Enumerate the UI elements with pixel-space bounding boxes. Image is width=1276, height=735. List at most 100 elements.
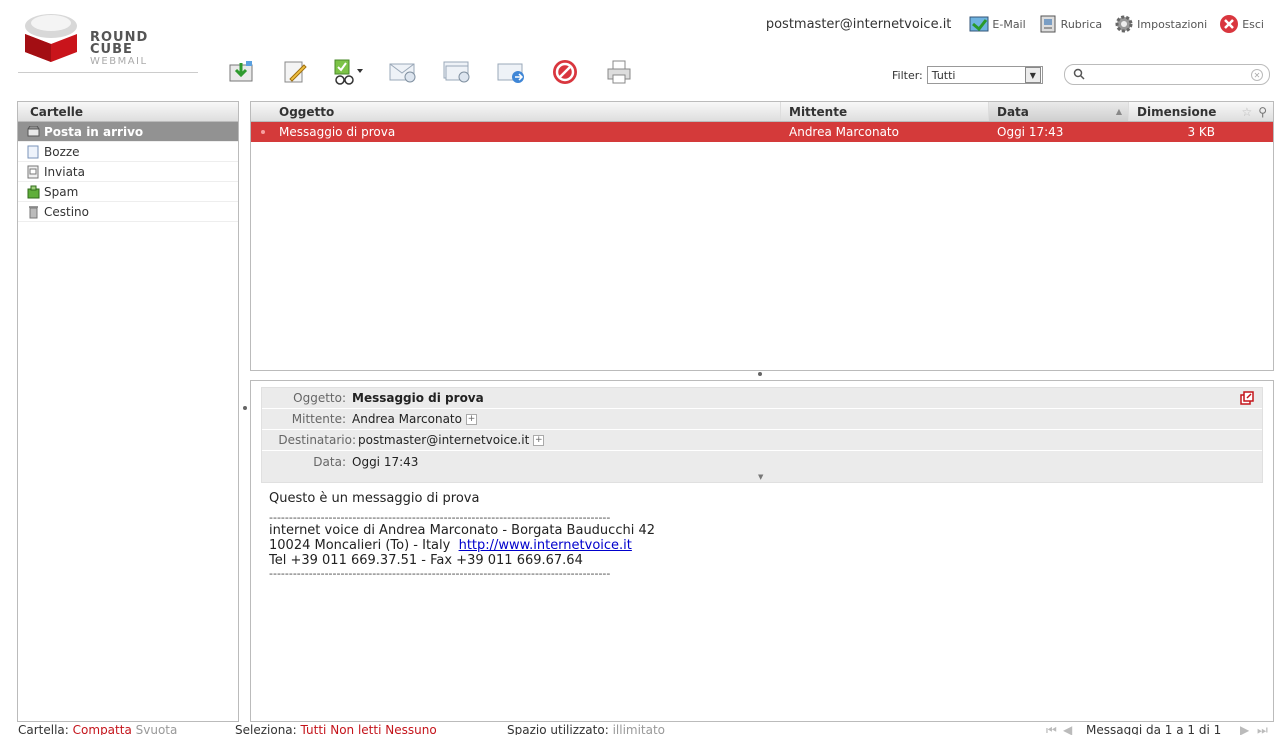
message-preview: Oggetto: Messaggio di prova Mittente: An… bbox=[250, 380, 1274, 722]
folder-inbox-label: Posta in arrivo bbox=[44, 124, 144, 139]
mark-icon bbox=[334, 59, 363, 85]
user-email: postmaster@internetvoice.it bbox=[765, 16, 952, 32]
website-link[interactable]: http://www.internetvoice.it bbox=[459, 538, 632, 553]
nav-email[interactable]: E-Mail bbox=[969, 14, 1026, 34]
prev-page-icon[interactable]: ◀ bbox=[1063, 724, 1072, 735]
select-none-link[interactable]: Nessuno bbox=[385, 724, 436, 735]
message-count: Messaggi da 1 a 1 di 1 bbox=[1086, 724, 1222, 735]
mark-button[interactable] bbox=[330, 54, 368, 90]
folder-sent-label: Inviata bbox=[44, 164, 85, 179]
column-size[interactable]: Dimensione ☆ ⚲ bbox=[1129, 102, 1273, 121]
select-all-link[interactable]: Tutti bbox=[301, 724, 327, 735]
open-window-icon[interactable] bbox=[1240, 391, 1254, 405]
folder-inbox[interactable]: Posta in arrivo bbox=[18, 122, 238, 142]
column-from[interactable]: Mittente bbox=[781, 102, 989, 121]
filter-control: Filter: Tutti ▼ bbox=[892, 66, 1043, 84]
logo-text-webmail: WEBMAIL bbox=[90, 56, 148, 67]
check-mail-icon bbox=[229, 61, 253, 82]
row-subject: Messaggio di prova bbox=[279, 125, 396, 139]
column-date-label: Data bbox=[997, 104, 1029, 119]
horizontal-splitter[interactable] bbox=[250, 371, 1274, 380]
nav-logout[interactable]: Esci bbox=[1219, 14, 1264, 34]
toggle-headers-icon[interactable]: ▼ bbox=[758, 473, 763, 481]
next-page-icon[interactable]: ▶ bbox=[1240, 724, 1249, 735]
spam-icon bbox=[26, 185, 40, 199]
logo-divider bbox=[18, 72, 198, 73]
signature-line-2: 10024 Moncalieri (To) - Italy http://www… bbox=[269, 538, 655, 553]
compact-link[interactable]: Compatta bbox=[73, 724, 132, 735]
header-subject-row: Oggetto: Messaggio di prova bbox=[262, 388, 1262, 409]
message-list: Oggetto Mittente Data ▲ Dimensione ☆ ⚲ Me… bbox=[250, 101, 1274, 371]
table-row[interactable]: Messaggio di prova Andrea Marconato Oggi… bbox=[251, 122, 1273, 142]
delete-button[interactable] bbox=[546, 54, 584, 90]
folder-sent[interactable]: Inviata bbox=[18, 162, 238, 182]
separator-line: ----------------------------------------… bbox=[269, 567, 611, 580]
column-size-label: Dimensione bbox=[1137, 104, 1217, 119]
folder-spam[interactable]: Spam bbox=[18, 182, 238, 202]
nav-settings[interactable]: Impostazioni bbox=[1114, 14, 1207, 34]
top-navigation: postmaster@internetvoice.it E-Mail Rubri… bbox=[766, 12, 1264, 36]
logo-text-cube: CUBE bbox=[90, 42, 133, 57]
gear-icon bbox=[1114, 14, 1134, 34]
empty-link[interactable]: Svuota bbox=[136, 724, 178, 735]
flag-star-icon[interactable]: ☆ bbox=[1241, 105, 1252, 119]
recipient-email[interactable]: postmaster@internetvoice.it bbox=[358, 433, 529, 447]
print-icon bbox=[607, 60, 631, 84]
column-subject[interactable]: Oggetto bbox=[251, 102, 781, 121]
folder-drafts[interactable]: Bozze bbox=[18, 142, 238, 162]
header-date-row: Data: Oggi 17:43 bbox=[262, 451, 1262, 472]
row-date: Oggi 17:43 bbox=[997, 125, 1064, 139]
folder-drafts-label: Bozze bbox=[44, 144, 80, 159]
select-unread-link[interactable]: Non letti bbox=[330, 724, 381, 735]
forward-icon bbox=[497, 63, 524, 83]
header-subject-value: Messaggio di prova bbox=[352, 391, 484, 405]
last-page-icon[interactable]: ⏭ bbox=[1257, 724, 1268, 735]
vertical-splitter[interactable] bbox=[240, 400, 250, 420]
check-mail-button[interactable] bbox=[222, 54, 260, 90]
reply-icon bbox=[389, 63, 416, 83]
quota-label: Spazio utilizzato: bbox=[507, 724, 609, 735]
first-page-icon[interactable]: ⏮ bbox=[1046, 724, 1057, 735]
splitter-grip-icon bbox=[758, 372, 762, 376]
delete-icon bbox=[553, 60, 577, 84]
column-subject-label: Oggetto bbox=[279, 104, 335, 119]
header-date-value: Oggi 17:43 bbox=[352, 454, 419, 469]
forward-button[interactable] bbox=[492, 54, 530, 90]
mail-icon bbox=[969, 14, 989, 34]
sent-icon bbox=[26, 165, 40, 179]
footer-folder-label: Cartella: bbox=[18, 724, 69, 735]
reply-all-button[interactable] bbox=[438, 54, 476, 90]
search-input[interactable]: ✕ bbox=[1064, 64, 1270, 85]
sender-name[interactable]: Andrea Marconato bbox=[352, 412, 462, 426]
message-headers: Oggetto: Messaggio di prova Mittente: An… bbox=[261, 387, 1263, 483]
chevron-down-icon: ▼ bbox=[1024, 67, 1041, 83]
logout-icon bbox=[1219, 14, 1239, 34]
clear-search-icon[interactable]: ✕ bbox=[1251, 69, 1263, 81]
folder-trash-label: Cestino bbox=[44, 204, 89, 219]
footer-select: Seleziona: Tutti Non letti Nessuno bbox=[235, 724, 437, 735]
nav-logout-label: Esci bbox=[1242, 17, 1264, 31]
message-list-header: Oggetto Mittente Data ▲ Dimensione ☆ ⚲ bbox=[251, 102, 1273, 122]
cube-logo-icon bbox=[25, 14, 77, 62]
sort-arrow-icon: ▲ bbox=[1115, 107, 1122, 116]
nav-settings-label: Impostazioni bbox=[1137, 17, 1208, 31]
nav-addressbook[interactable]: Rubrica bbox=[1038, 14, 1102, 34]
addressbook-icon bbox=[1038, 14, 1058, 34]
compose-button[interactable] bbox=[276, 54, 314, 90]
footer-folder: Cartella: Compatta Svuota bbox=[18, 724, 177, 735]
header-to-label: Destinatario: bbox=[278, 433, 356, 447]
add-contact-icon[interactable]: + bbox=[533, 434, 545, 446]
roundcube-logo: ROUND CUBE WEBMAIL bbox=[18, 10, 198, 72]
trash-icon bbox=[26, 205, 40, 219]
folder-trash[interactable]: Cestino bbox=[18, 202, 238, 222]
quota-value: illimitato bbox=[612, 724, 666, 735]
print-button[interactable] bbox=[600, 54, 638, 90]
reply-button[interactable] bbox=[384, 54, 422, 90]
column-date[interactable]: Data ▲ bbox=[989, 102, 1129, 121]
filter-select[interactable]: Tutti ▼ bbox=[926, 66, 1043, 84]
folder-panel: Cartelle Posta in arrivo Bozze Inviata S… bbox=[17, 101, 239, 722]
folder-panel-title: Cartelle bbox=[18, 102, 238, 122]
add-contact-icon[interactable]: + bbox=[465, 413, 477, 425]
signature-line-1: internet voice di Andrea Marconato - Bor… bbox=[269, 523, 655, 538]
nav-email-label: E-Mail bbox=[992, 17, 1026, 31]
